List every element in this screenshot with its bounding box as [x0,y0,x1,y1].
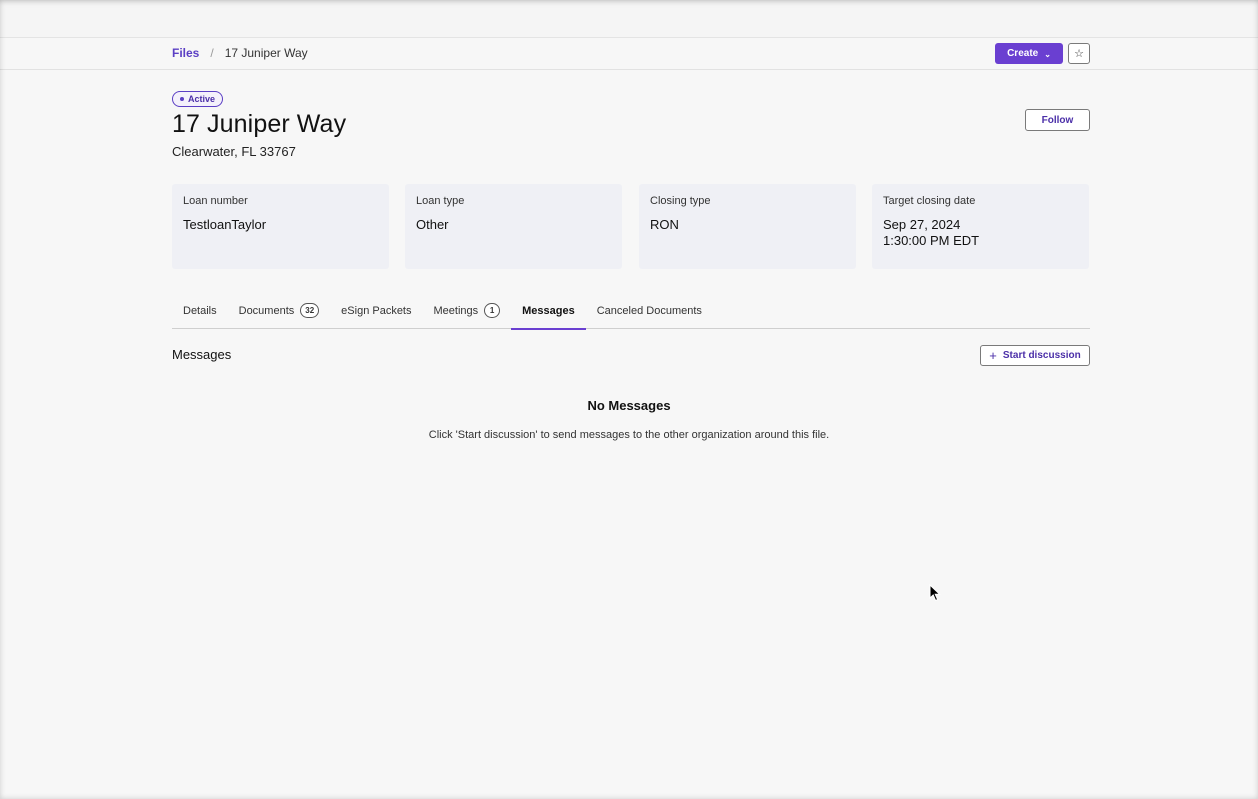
start-discussion-label: Start discussion [1002,350,1081,361]
tab-label: Documents [238,304,295,317]
tab-meetings[interactable]: Meetings 1 [423,292,512,329]
card-value-time: 1:30:00 PM EDT [883,233,980,248]
tab-esign-packets[interactable]: eSign Packets [330,292,422,329]
tab-canceled-documents[interactable]: Canceled Documents [586,292,713,329]
breadcrumb-current: 17 Juniper Way [224,46,308,60]
empty-state-description: Click 'Start discussion' to send message… [428,429,830,441]
star-icon: ☆ [1074,48,1084,60]
create-button-label: Create [1007,48,1039,59]
empty-state-title: No Messages [587,398,671,413]
status-badge: Active [172,91,224,107]
loan-type-card: Loan type Other [405,184,622,269]
breadcrumb-files-link[interactable]: Files [172,46,199,60]
tab-label: Details [183,304,217,317]
card-value: Sep 27, 2024 [883,217,961,232]
tab-count-badge: 32 [300,303,320,318]
tab-count-badge: 1 [484,303,501,318]
plus-icon: + [989,347,997,363]
tab-documents[interactable]: Documents 32 [228,292,331,329]
page-title: 17 Juniper Way [172,110,347,138]
chevron-down-icon: ⌄ [1044,49,1051,59]
target-closing-date-card: Target closing date Sep 27, 2024 1:30:00… [872,184,1089,269]
tab-label: eSign Packets [341,304,412,317]
file-tabs: Details Documents 32 eSign Packets Meeti… [172,292,1090,330]
mouse-pointer-icon [929,584,941,602]
favorite-button[interactable]: ☆ [1068,43,1090,64]
card-label: Loan number [183,195,248,207]
card-value: Other [416,217,449,232]
tab-label: Canceled Documents [596,304,702,317]
messages-section-title: Messages [172,347,232,362]
tab-messages[interactable]: Messages [511,292,586,330]
breadcrumb-separator: / [210,46,214,60]
card-label: Loan type [416,195,465,207]
card-label: Target closing date [883,195,976,207]
card-value: TestloanTaylor [183,217,267,232]
card-label: Closing type [650,195,711,207]
create-button[interactable]: Create ⌄ [995,43,1063,64]
breadcrumb: Files / 17 Juniper Way [172,46,308,60]
tab-details[interactable]: Details [172,292,228,329]
page-subtitle: Clearwater, FL 33767 [172,144,296,159]
browser-top-bar [0,0,1258,38]
closing-type-card: Closing type RON [639,184,856,269]
status-dot-icon [180,97,184,101]
status-badge-label: Active [188,94,216,104]
start-discussion-button[interactable]: + Start discussion [980,345,1090,366]
tab-label: Messages [522,304,575,317]
tab-label: Meetings [433,304,479,317]
follow-button[interactable]: Follow [1025,109,1090,131]
card-value: RON [650,217,679,232]
loan-number-card: Loan number TestloanTaylor [172,184,389,269]
